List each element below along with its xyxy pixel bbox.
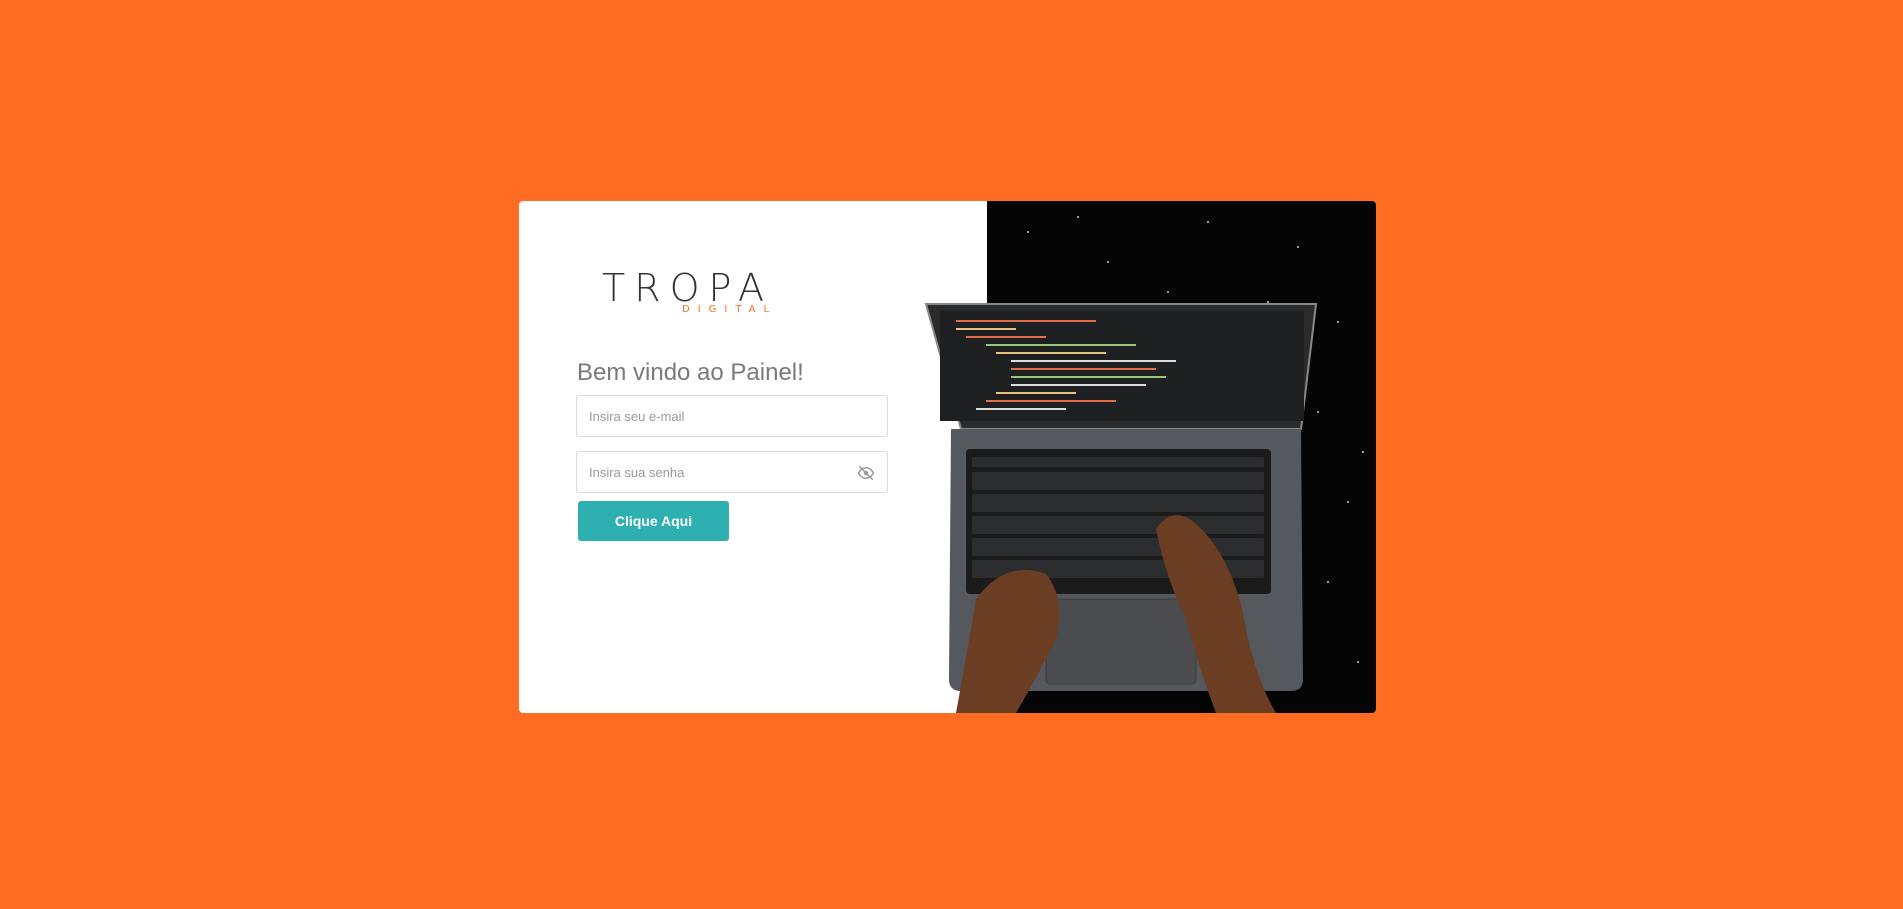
welcome-title: Bem vindo ao Painel! [577,359,804,386]
laptop-illustration [924,303,1318,713]
email-field-container [576,395,888,437]
logo: TROPA DIGITAL [602,269,802,319]
email-field[interactable] [577,396,887,436]
password-field[interactable] [577,452,887,492]
eye-slash-icon[interactable] [857,464,875,482]
submit-button[interactable]: Clique Aqui [578,501,729,541]
logo-main-text: TROPA [602,266,774,310]
login-card: TROPA DIGITAL Bem vindo ao Painel! Cliqu… [519,201,1376,713]
password-field-container [576,451,888,493]
logo-sub-text: DIGITAL [682,304,778,315]
login-page: TROPA DIGITAL Bem vindo ao Painel! Cliqu… [0,0,1903,909]
